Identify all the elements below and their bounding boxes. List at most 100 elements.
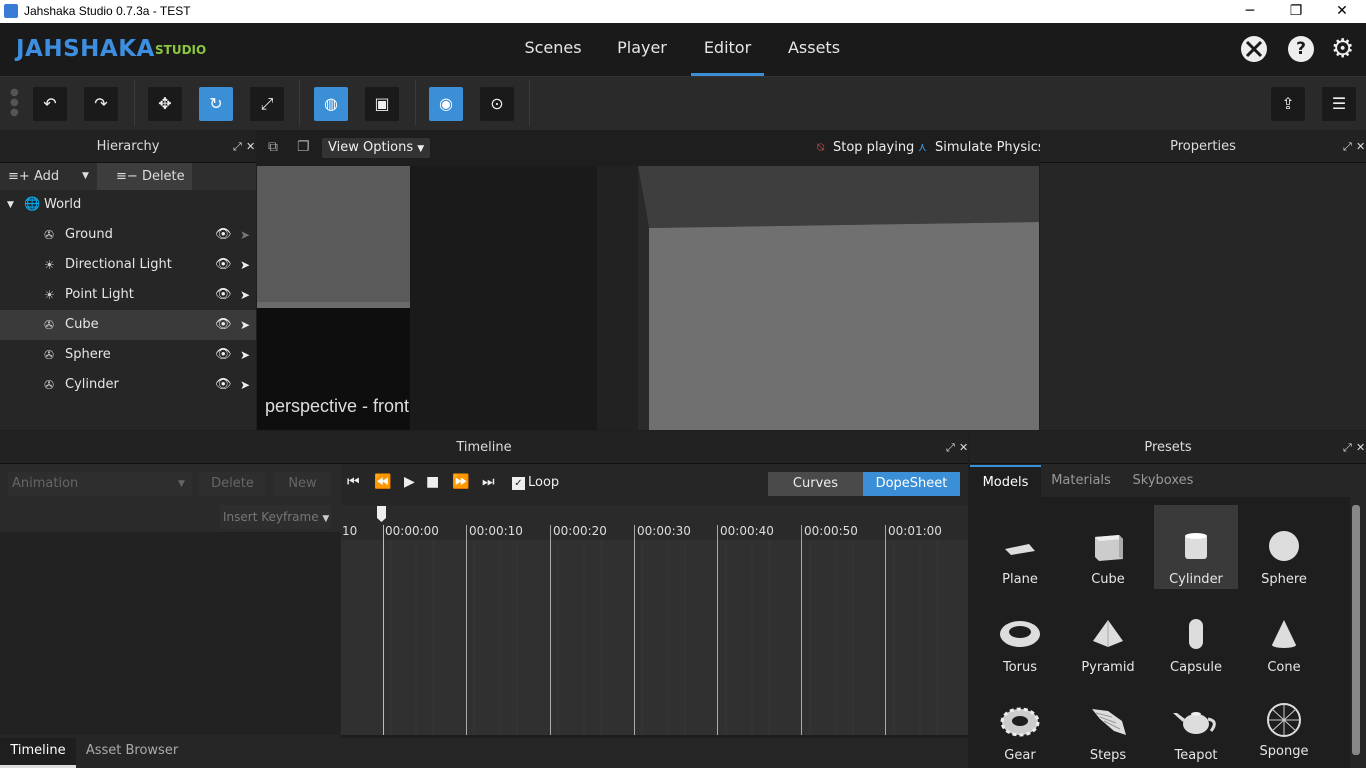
preset-cube[interactable]: Cube (1066, 505, 1150, 589)
fast-forward-icon[interactable]: ⏩ (452, 474, 469, 490)
close-panel-icon[interactable]: ✕ (246, 130, 255, 163)
insert-keyframe-dropdown[interactable]: Insert Keyframe ▼ (220, 505, 331, 529)
preset-steps[interactable]: Steps (1066, 681, 1150, 765)
help-icon[interactable]: ? (1288, 36, 1314, 62)
local-space-button[interactable]: ▣ (365, 87, 399, 121)
xbox-icon[interactable] (1241, 36, 1267, 62)
preset-gear[interactable]: Gear (978, 681, 1062, 765)
stop-icon[interactable]: ■ (426, 474, 439, 490)
preset-cylinder[interactable]: Cylinder (1154, 505, 1238, 589)
eye-icon[interactable]: 👁 (215, 220, 232, 250)
expand-panel-icon[interactable]: ⤢ (946, 431, 955, 464)
toolbar-grip-icon[interactable]: ● ● ● (10, 88, 19, 118)
visibility-button[interactable]: ◉ (429, 87, 463, 121)
tab-editor[interactable]: Editor (691, 23, 764, 76)
expand-panel-icon[interactable]: ⤢ (1343, 130, 1352, 163)
dopesheet-toggle[interactable]: DopeSheet (863, 472, 960, 496)
pivot-button[interactable]: ⊙ (480, 87, 514, 121)
screenshot-icon[interactable]: ⧉ (268, 139, 278, 155)
pointer-icon[interactable]: ➤ (240, 250, 250, 280)
pyramid-thumbnail-icon (1093, 620, 1123, 647)
pointer-icon[interactable]: ➤ (240, 340, 250, 370)
preset-torus[interactable]: Torus (978, 593, 1062, 677)
rewind-icon[interactable]: ⏪ (374, 474, 391, 490)
pointer-icon[interactable]: ➤ (240, 310, 250, 340)
preset-teapot[interactable]: Teapot (1154, 681, 1238, 765)
translate-button[interactable]: ✥ (148, 87, 182, 121)
tree-root-world[interactable]: ▼ 🌐 World (0, 190, 256, 220)
panel-toggle-button[interactable]: ☰ (1322, 87, 1356, 121)
tree-item-ground[interactable]: ✇ Ground 👁 ➤ (0, 220, 256, 250)
undo-button[interactable]: ↶ (33, 87, 67, 121)
play-icon[interactable]: ▶ (404, 474, 415, 490)
tree-item-directional-light[interactable]: ☀ Directional Light 👁 ➤ (0, 250, 256, 280)
playhead-handle[interactable] (376, 505, 387, 523)
eye-icon[interactable]: 👁 (215, 250, 232, 280)
preset-label: Cone (1267, 660, 1301, 675)
simulate-physics-button[interactable]: Simulate Physics (935, 140, 1045, 155)
new-animation-button[interactable]: New (274, 472, 331, 496)
tab-models[interactable]: Models (970, 465, 1041, 497)
add-dropdown-icon[interactable]: ▼ (82, 163, 89, 190)
delete-animation-button[interactable]: Delete (199, 472, 266, 496)
tab-assets[interactable]: Assets (778, 23, 850, 76)
preset-capsule[interactable]: Capsule (1154, 593, 1238, 677)
pointer-icon[interactable]: ➤ (240, 280, 250, 310)
tree-item-sphere[interactable]: ✇ Sphere 👁 ➤ (0, 340, 256, 370)
tab-materials[interactable]: Materials (1045, 465, 1117, 497)
tree-item-point-light[interactable]: ☀ Point Light 👁 ➤ (0, 280, 256, 310)
preset-label: Sphere (1261, 572, 1307, 587)
bottom-tab-timeline[interactable]: Timeline (0, 738, 76, 768)
timeline-track-area[interactable] (341, 540, 968, 735)
close-panel-icon[interactable]: ✕ (1356, 431, 1365, 464)
chevron-down-icon[interactable]: ▼ (7, 190, 14, 220)
add-button[interactable]: ≡+ Add (8, 163, 59, 190)
view-options-dropdown[interactable]: View Options ▼ (322, 138, 431, 158)
delete-button[interactable]: ≡− Delete (116, 163, 185, 190)
toolbar-divider (299, 80, 300, 126)
eye-icon[interactable]: 👁 (215, 280, 232, 310)
timeline-scrollbar[interactable] (341, 735, 968, 738)
viewport[interactable] (257, 130, 1039, 430)
scale-button[interactable]: ⤢ (250, 87, 284, 121)
global-space-button[interactable]: ◍ (314, 87, 348, 121)
maximize-button[interactable]: ❐ (1273, 0, 1319, 23)
close-panel-icon[interactable]: ✕ (1356, 130, 1365, 163)
sponge-thumbnail-icon (1267, 703, 1301, 737)
tab-player[interactable]: Player (608, 23, 676, 76)
minimize-button[interactable]: ─ (1227, 0, 1273, 23)
skip-start-icon[interactable]: ⏮ (347, 474, 360, 490)
tab-skyboxes[interactable]: Skyboxes (1124, 465, 1202, 497)
tab-scenes[interactable]: Scenes (516, 23, 590, 76)
loop-checkbox[interactable]: ✓ (512, 477, 525, 490)
curves-toggle[interactable]: Curves (768, 472, 863, 496)
stop-playing-button[interactable]: Stop playing (833, 140, 914, 155)
expand-panel-icon[interactable]: ⤢ (1343, 431, 1352, 464)
close-panel-icon[interactable]: ✕ (959, 431, 968, 464)
tree-item-cube[interactable]: ✇ Cube 👁 ➤ (0, 310, 256, 340)
app-icon (4, 4, 18, 18)
skip-end-icon[interactable]: ⏭ (482, 474, 495, 490)
preset-sphere[interactable]: Sphere (1242, 505, 1326, 589)
pointer-icon[interactable]: ➤ (240, 370, 250, 400)
bottom-tab-asset-browser[interactable]: Asset Browser (78, 738, 186, 768)
export-button[interactable]: ⇪ (1271, 87, 1305, 121)
tree-item-cylinder[interactable]: ✇ Cylinder 👁 ➤ (0, 370, 256, 400)
rotate-button[interactable]: ↻ (199, 87, 233, 121)
preset-plane[interactable]: Plane (978, 505, 1062, 589)
expand-panel-icon[interactable]: ⤢ (233, 130, 242, 163)
eye-icon[interactable]: 👁 (215, 370, 232, 400)
preset-cone[interactable]: Cone (1242, 593, 1326, 677)
gear-icon[interactable]: ⚙ (1331, 34, 1354, 64)
copy-icon[interactable]: ❐ (297, 139, 310, 155)
redo-button[interactable]: ↷ (84, 87, 118, 121)
close-window-button[interactable]: ✕ (1319, 0, 1365, 23)
preset-pyramid[interactable]: Pyramid (1066, 593, 1150, 677)
animation-select[interactable]: Animation ▼ (8, 472, 192, 496)
preset-sponge[interactable]: Sponge (1242, 681, 1326, 765)
eye-icon[interactable]: 👁 (215, 340, 232, 370)
hierarchy-title: Hierarchy (0, 130, 256, 163)
eye-icon[interactable]: 👁 (215, 310, 232, 340)
pointer-icon[interactable]: ➤ (240, 220, 250, 250)
presets-scrollbar[interactable] (1352, 505, 1360, 755)
